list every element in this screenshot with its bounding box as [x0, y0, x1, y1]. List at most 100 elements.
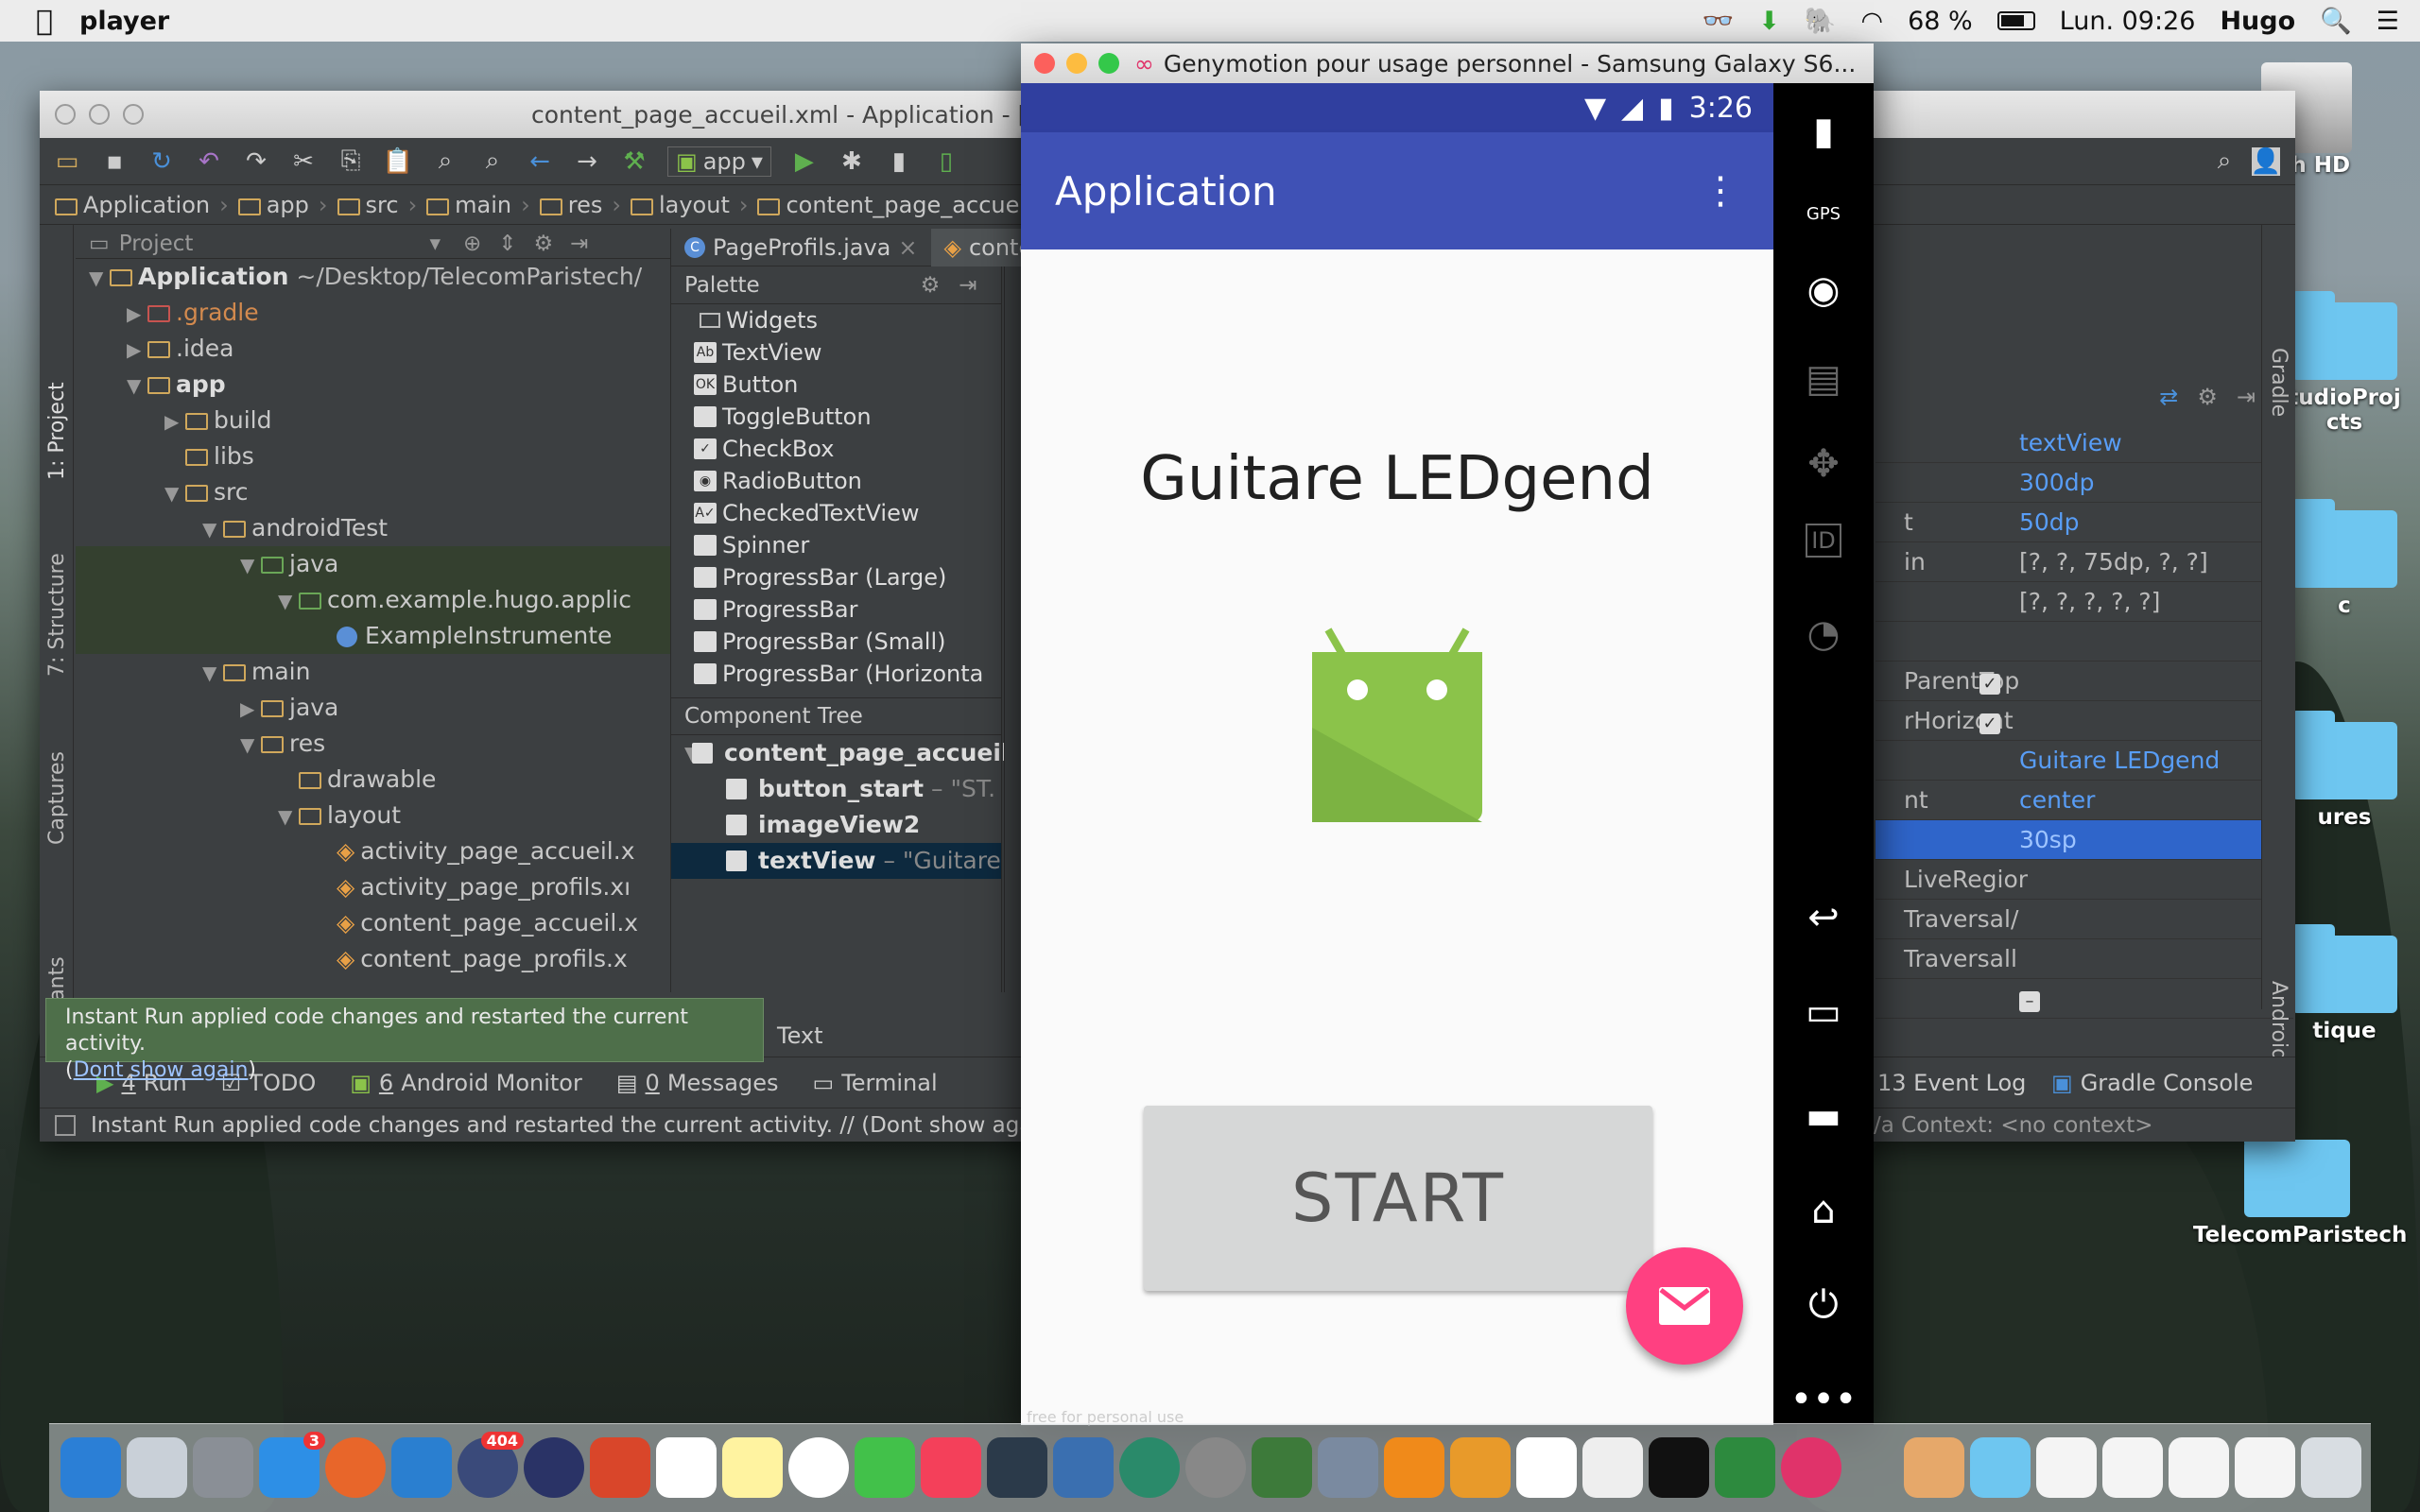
document-stack-icon[interactable] [2102, 1437, 2163, 1498]
collapse-icon[interactable]: ⇕ [498, 232, 516, 256]
zoom-button[interactable] [123, 104, 144, 125]
home-button-icon[interactable]: ⌂ [1773, 1189, 1874, 1232]
facetime-icon[interactable] [855, 1437, 915, 1498]
xcode-icon[interactable] [987, 1437, 1047, 1498]
hide-icon[interactable]: ⇥ [2237, 384, 2256, 410]
property-row[interactable]: 30sp [1876, 820, 2293, 860]
profile-icon[interactable]: ▮ [885, 147, 913, 176]
property-value[interactable]: 50dp [2019, 503, 2080, 542]
gear-icon[interactable]: ⚙ [534, 232, 554, 256]
tab-project[interactable]: 1: Project [45, 382, 69, 480]
palette-item[interactable]: ProgressBar (Small) [671, 626, 1001, 658]
tool-tab-gradle-console[interactable]: ▣ Gradle Console [2051, 1070, 2253, 1096]
property-row[interactable]: [?, ?, ?, ?, ?] [1876, 582, 2293, 622]
dont-show-again-link[interactable]: Dont show again [74, 1058, 249, 1082]
webcam-widget-icon[interactable]: ◉ [1773, 268, 1874, 312]
java-icon[interactable] [1516, 1437, 1577, 1498]
replace-icon[interactable]: ⌕ [478, 146, 507, 176]
virtualbox-icon[interactable] [1053, 1437, 1114, 1498]
property-checkbox[interactable]: – [2019, 979, 2040, 1019]
textedit-icon[interactable] [1450, 1437, 1511, 1498]
tab-text[interactable]: Text [768, 1022, 833, 1049]
tree-item[interactable]: ▼ main [76, 654, 670, 690]
property-row[interactable]: Traversal/ [1876, 900, 2293, 939]
breadcrumb-item[interactable]: layout [630, 192, 730, 218]
preview-icon[interactable] [1318, 1437, 1378, 1498]
tab-captures[interactable]: Captures [45, 751, 69, 845]
dpad-widget-icon[interactable]: ✥ [1773, 442, 1874, 486]
palette-item[interactable]: OK Button [671, 369, 1001, 401]
android-studio-icon[interactable] [1252, 1437, 1312, 1498]
forward-icon[interactable]: → [573, 147, 601, 176]
property-row[interactable]: rHorizont ✓ [1876, 701, 2293, 741]
breadcrumb-item[interactable]: main [426, 192, 511, 218]
property-value[interactable]: textView [2019, 423, 2122, 463]
zoom-button[interactable] [1098, 53, 1119, 74]
save-icon[interactable]: ▪ [100, 147, 129, 176]
desktop-icon-c[interactable]: c [2288, 499, 2401, 618]
home-folder-icon[interactable] [1904, 1437, 1964, 1498]
overflow-menu-icon[interactable]: ⋮ [1702, 172, 1739, 210]
battery-icon[interactable] [1996, 11, 2035, 30]
component-tree-item[interactable]: ▼content_page_accueil [671, 735, 1009, 771]
component-tree-item[interactable]: textView – "Guitare [671, 843, 1001, 879]
expanded-arrow-icon[interactable]: ▼ [278, 583, 299, 619]
tree-item[interactable]: libs [76, 438, 670, 474]
firefox-icon[interactable] [325, 1437, 386, 1498]
tree-item[interactable]: ▶ build [76, 403, 670, 438]
downloads-stack-icon[interactable] [2235, 1437, 2295, 1498]
tree-item[interactable]: ▶ java [76, 690, 670, 726]
property-row[interactable]: t 50dp [1876, 503, 2293, 542]
property-checkbox[interactable]: ✓ [1979, 701, 2000, 741]
property-checkbox[interactable]: ✓ [1979, 662, 2000, 701]
palette-item[interactable]: ProgressBar (Horizonta [671, 658, 1001, 690]
paste-icon[interactable]: 📋 [383, 147, 413, 176]
palette-item[interactable]: A✓ CheckedTextView [671, 497, 1001, 529]
tree-item[interactable]: ▼ app [76, 367, 670, 403]
account-icon[interactable]: 👤 [2251, 146, 2281, 176]
minimize-button[interactable] [1066, 53, 1087, 74]
expanded-arrow-icon[interactable]: ▼ [202, 511, 223, 547]
app-store-icon[interactable]: 3 [259, 1432, 325, 1498]
make-project-icon[interactable]: ⚒ [620, 147, 648, 176]
system-preferences-icon[interactable] [193, 1437, 253, 1498]
notes-icon[interactable] [722, 1437, 783, 1498]
rss-widget-icon[interactable]: ◔ [1773, 612, 1874, 656]
desktop-icon-tique[interactable]: tique [2288, 924, 2401, 1043]
property-row[interactable]: Guitare LEDgend [1876, 741, 2293, 781]
tree-item[interactable]: ▶ .gradle [76, 295, 670, 331]
swap-icon[interactable]: ⇄ [2159, 384, 2178, 410]
thunderbird-icon[interactable] [391, 1437, 452, 1498]
user-name[interactable]: Hugo [2220, 7, 2295, 36]
atom-icon[interactable] [1119, 1437, 1180, 1498]
tree-item[interactable]: ◈ activity_page_profils.xı [76, 869, 670, 905]
palette-item[interactable]: Ab TextView [671, 336, 1001, 369]
palette-item[interactable]: ✓ CheckBox [671, 433, 1001, 465]
terminal-icon[interactable] [1649, 1437, 1709, 1498]
notification-center-icon[interactable]: ☰ [2377, 7, 2399, 36]
debug-icon[interactable]: ✱ [838, 147, 866, 176]
expanded-arrow-icon[interactable]: ▼ [127, 368, 147, 404]
collapsed-arrow-icon[interactable]: ▶ [164, 404, 185, 439]
wifi-icon[interactable]: ◠ [1861, 7, 1884, 36]
document-stack-icon[interactable] [2036, 1437, 2097, 1498]
expanded-arrow-icon[interactable]: ▼ [89, 260, 110, 296]
chevron-down-icon[interactable]: ▾ [429, 232, 441, 256]
device-id-widget-icon[interactable]: ID [1773, 524, 1874, 558]
photo-booth-icon[interactable] [590, 1437, 650, 1498]
property-value[interactable]: Guitare LEDgend [2019, 741, 2220, 781]
gear-icon[interactable]: ⚙ [921, 273, 941, 298]
recent-apps-icon[interactable]: ▭ [1773, 990, 1874, 1034]
document-stack-icon[interactable] [2169, 1437, 2229, 1498]
hide-icon[interactable]: ⇥ [570, 232, 588, 256]
tree-item[interactable]: ▼ Application ~/Desktop/TelecomParistech/ [76, 259, 670, 295]
launchpad-icon[interactable] [127, 1437, 187, 1498]
status-icon[interactable] [55, 1114, 76, 1136]
collapsed-arrow-icon[interactable]: ▶ [240, 691, 261, 727]
tree-item[interactable]: ▼ androidTest [76, 510, 670, 546]
breadcrumb-item[interactable]: content_page_accueil.x [757, 192, 1053, 218]
expanded-arrow-icon[interactable]: ▼ [202, 655, 223, 691]
undo-icon[interactable]: ↶ [195, 147, 223, 176]
close-button[interactable] [55, 104, 76, 125]
tool-tab-terminal[interactable]: ▭ Terminal [813, 1070, 938, 1096]
